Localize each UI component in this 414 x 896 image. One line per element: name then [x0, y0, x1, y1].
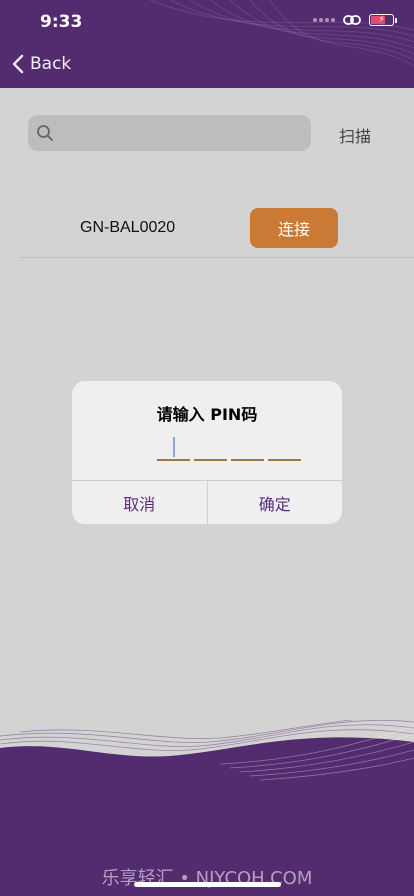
- status-icons: ⚡: [313, 14, 397, 26]
- header: 9:33 ⚡ Back: [0, 0, 414, 88]
- home-indicator: [134, 882, 281, 887]
- charging-bolt-icon: ⚡: [378, 14, 385, 25]
- status-time: 9:33: [40, 12, 83, 32]
- pin-dialog: 请输入 PIN码 取消 确定: [72, 381, 342, 524]
- dialog-title: 请输入 PIN码: [156, 405, 258, 424]
- pin-slot[interactable]: [194, 437, 227, 461]
- confirm-button[interactable]: 确定: [208, 481, 343, 524]
- search-icon: [37, 125, 53, 141]
- device-list-item: GN-BAL0020 连接: [20, 200, 414, 258]
- battery-icon: ⚡: [369, 14, 397, 26]
- scan-button[interactable]: 扫描: [339, 123, 371, 147]
- pin-slot[interactable]: [268, 437, 301, 461]
- pin-slot[interactable]: [231, 437, 264, 461]
- text-cursor: [173, 437, 175, 457]
- back-label: Back: [30, 54, 72, 74]
- device-name: GN-BAL0020: [80, 219, 176, 236]
- cancel-button[interactable]: 取消: [72, 481, 208, 524]
- search-bar[interactable]: [28, 115, 311, 151]
- back-button[interactable]: Back: [12, 54, 71, 74]
- pin-slot[interactable]: [157, 437, 190, 461]
- pin-input[interactable]: [157, 437, 301, 461]
- dialog-buttons: 取消 确定: [72, 480, 342, 524]
- search-input[interactable]: [60, 115, 300, 151]
- chevron-left-icon: [12, 54, 24, 74]
- link-icon: [343, 15, 361, 25]
- connect-button[interactable]: 连接: [250, 208, 338, 248]
- signal-icon: [313, 18, 335, 22]
